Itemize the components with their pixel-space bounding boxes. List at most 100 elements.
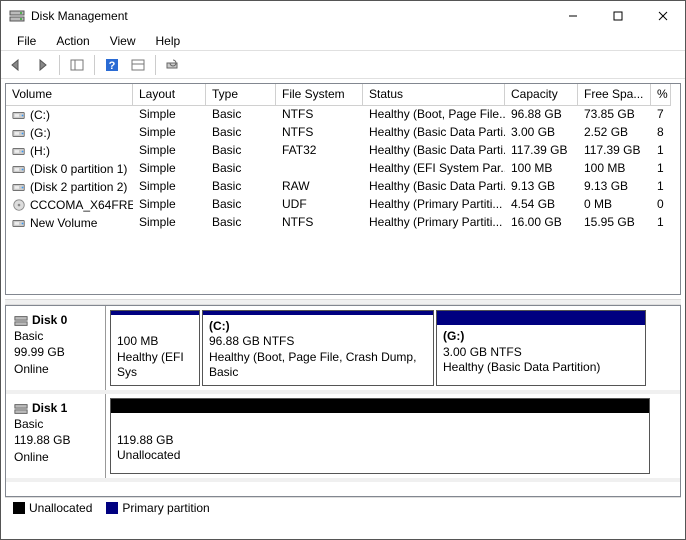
col-percent[interactable]: % [651, 84, 671, 106]
col-filesystem[interactable]: File System [276, 84, 363, 106]
cell-pct: 7 [651, 106, 671, 124]
cell-fs: RAW [276, 178, 363, 196]
volume-row[interactable]: (G:)SimpleBasicNTFSHealthy (Basic Data P… [6, 124, 680, 142]
disk-header[interactable]: Disk 0Basic99.99 GBOnline [6, 306, 106, 390]
back-button[interactable] [5, 54, 27, 76]
disk-row[interactable]: Disk 0Basic99.99 GBOnline100 MBHealthy (… [6, 306, 680, 394]
cell-volume: (H:) [6, 142, 133, 160]
close-button[interactable] [640, 1, 685, 31]
cell-layout: Simple [133, 196, 206, 214]
disk-icon [14, 314, 28, 328]
volume-name: CCCOMA_X64FRE... [30, 198, 133, 212]
cell-fs: NTFS [276, 124, 363, 142]
cell-free: 2.52 GB [578, 124, 651, 142]
volume-name: (G:) [30, 126, 51, 140]
volume-row[interactable]: New VolumeSimpleBasicNTFSHealthy (Primar… [6, 214, 680, 232]
cell-fs: FAT32 [276, 142, 363, 160]
cell-layout: Simple [133, 142, 206, 160]
disk-graphical-view[interactable]: Disk 0Basic99.99 GBOnline100 MBHealthy (… [5, 305, 681, 497]
app-icon [9, 8, 25, 24]
help-button[interactable]: ? [101, 54, 123, 76]
refresh-button[interactable] [162, 54, 184, 76]
partition-bar [437, 311, 645, 325]
col-type[interactable]: Type [206, 84, 276, 106]
swatch-primary [106, 502, 118, 514]
minimize-button[interactable] [550, 1, 595, 31]
cell-capacity: 16.00 GB [505, 214, 578, 232]
forward-button[interactable] [31, 54, 53, 76]
cell-capacity: 9.13 GB [505, 178, 578, 196]
col-layout[interactable]: Layout [133, 84, 206, 106]
cell-type: Basic [206, 196, 276, 214]
partition[interactable]: 100 MBHealthy (EFI Sys [110, 310, 200, 386]
menu-file[interactable]: File [7, 32, 46, 50]
cell-free: 9.13 GB [578, 178, 651, 196]
cell-pct: 1 [651, 178, 671, 196]
col-volume[interactable]: Volume [6, 84, 133, 106]
title-bar: Disk Management [1, 1, 685, 31]
partition-size: 3.00 GB NTFS [443, 345, 522, 359]
disc-icon [12, 198, 26, 212]
cell-layout: Simple [133, 178, 206, 196]
cell-layout: Simple [133, 160, 206, 178]
volume-row[interactable]: (C:)SimpleBasicNTFSHealthy (Boot, Page F… [6, 106, 680, 124]
volume-row[interactable]: CCCOMA_X64FRE...SimpleBasicUDFHealthy (P… [6, 196, 680, 214]
show-hide-console-tree-button[interactable] [66, 54, 88, 76]
cell-capacity: 117.39 GB [505, 142, 578, 160]
col-freespace[interactable]: Free Spa... [578, 84, 651, 106]
volume-row[interactable]: (H:)SimpleBasicFAT32Healthy (Basic Data … [6, 142, 680, 160]
toolbar-separator [94, 55, 95, 75]
cell-status: Healthy (Boot, Page File... [363, 106, 505, 124]
disk-header[interactable]: Disk 1Basic119.88 GBOnline [6, 394, 106, 478]
partition[interactable]: (G:)3.00 GB NTFSHealthy (Basic Data Part… [436, 310, 646, 386]
partition-size: 96.88 GB NTFS [209, 334, 294, 348]
cell-type: Basic [206, 214, 276, 232]
toolbar-separator [155, 55, 156, 75]
partition-body: (C:)96.88 GB NTFSHealthy (Boot, Page Fil… [203, 315, 433, 385]
partition-bar [111, 399, 649, 413]
maximize-button[interactable] [595, 1, 640, 31]
menu-view[interactable]: View [100, 32, 146, 50]
partition-body: 119.88 GBUnallocated [111, 413, 649, 468]
cell-status: Healthy (Primary Partiti... [363, 214, 505, 232]
cell-status: Healthy (Basic Data Parti... [363, 142, 505, 160]
cell-free: 0 MB [578, 196, 651, 214]
menu-action[interactable]: Action [46, 32, 99, 50]
cell-pct: 1 [651, 214, 671, 232]
settings-button[interactable] [127, 54, 149, 76]
volume-list-body[interactable]: (C:)SimpleBasicNTFSHealthy (Boot, Page F… [6, 106, 680, 294]
drive-icon [12, 162, 26, 176]
cell-volume: CCCOMA_X64FRE... [6, 196, 133, 214]
cell-volume: (G:) [6, 124, 133, 142]
disk-type: Basic [14, 417, 43, 431]
svg-text:?: ? [109, 60, 116, 72]
partition[interactable]: 119.88 GBUnallocated [110, 398, 650, 474]
disk-icon [14, 402, 28, 416]
cell-pct: 1 [651, 160, 671, 178]
partition-info: Healthy (Boot, Page File, Crash Dump, Ba… [209, 350, 416, 380]
disk-row[interactable]: Disk 1Basic119.88 GBOnline119.88 GBUnall… [6, 394, 680, 482]
volume-list[interactable]: Volume Layout Type File System Status Ca… [5, 83, 681, 295]
col-capacity[interactable]: Capacity [505, 84, 578, 106]
cell-volume: (Disk 0 partition 1) [6, 160, 133, 178]
volume-name: (C:) [30, 108, 50, 122]
partition-size: 100 MB [117, 334, 158, 348]
volume-row[interactable]: (Disk 2 partition 2)SimpleBasicRAWHealth… [6, 178, 680, 196]
partition-body: 100 MBHealthy (EFI Sys [111, 315, 199, 385]
volume-row[interactable]: (Disk 0 partition 1)SimpleBasicHealthy (… [6, 160, 680, 178]
volume-list-header[interactable]: Volume Layout Type File System Status Ca… [6, 84, 680, 106]
partition-label: (G:) [443, 329, 464, 343]
partition-area: 119.88 GBUnallocated [106, 394, 680, 478]
cell-pct: 0 [651, 196, 671, 214]
cell-status: Healthy (Primary Partiti... [363, 196, 505, 214]
cell-fs: UDF [276, 196, 363, 214]
col-status[interactable]: Status [363, 84, 505, 106]
cell-type: Basic [206, 124, 276, 142]
disk-name: Disk 0 [32, 313, 67, 327]
disk-state: Online [14, 362, 49, 376]
partition[interactable]: (C:)96.88 GB NTFSHealthy (Boot, Page Fil… [202, 310, 434, 386]
cell-fs: NTFS [276, 214, 363, 232]
menu-help[interactable]: Help [146, 32, 191, 50]
volume-name: (H:) [30, 144, 50, 158]
cell-capacity: 3.00 GB [505, 124, 578, 142]
